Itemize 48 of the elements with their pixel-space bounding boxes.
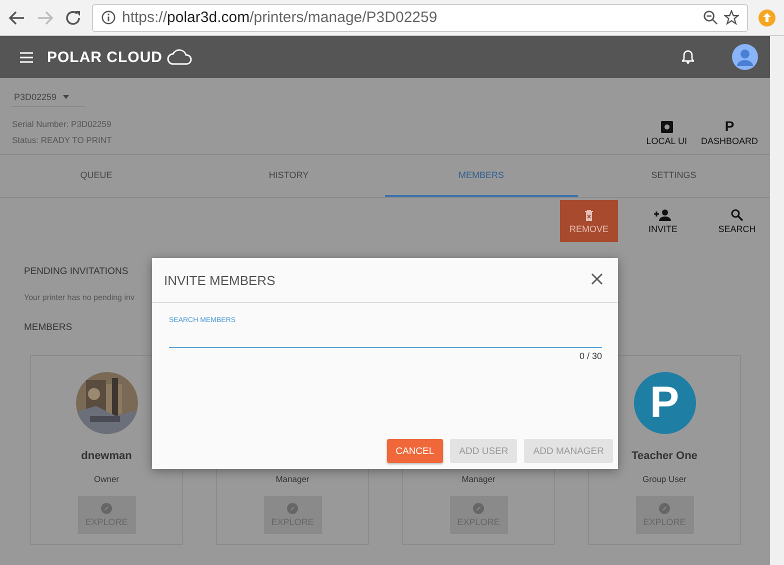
compass-icon	[473, 503, 484, 514]
remove-button[interactable]: REMOVE	[560, 200, 618, 242]
tab[interactable]: QUEUE	[0, 155, 192, 197]
zoom-out-icon[interactable]	[703, 10, 718, 25]
section-heading: PENDING INVITATIONS	[24, 266, 128, 277]
close-button[interactable]	[590, 273, 604, 287]
caret-icon	[62, 95, 69, 99]
section-heading: MEMBERS	[24, 322, 72, 333]
member-name: dnewman	[81, 450, 132, 462]
reload-icon[interactable]	[64, 8, 82, 26]
bell-icon[interactable]	[682, 50, 694, 64]
avatar-icon: P	[634, 372, 696, 434]
brand-name[interactable]: POLAR CLOUD	[47, 48, 162, 66]
tab[interactable]: MEMBERS	[385, 155, 578, 197]
p-icon: P	[724, 119, 734, 133]
compass-icon	[101, 503, 112, 514]
star-icon[interactable]	[724, 10, 739, 25]
search-icon	[731, 208, 743, 220]
member-role: Manager	[276, 474, 310, 484]
empty-message: Your printer has no pending inv	[24, 293, 134, 302]
dialog-title: INVITE MEMBERS	[164, 272, 276, 288]
dialog-button[interactable]: CANCEL	[386, 439, 444, 463]
back-icon[interactable]	[8, 8, 26, 26]
menu-icon[interactable]	[20, 52, 33, 62]
trash-icon	[584, 208, 594, 220]
action-button[interactable]: INVITE	[634, 200, 692, 242]
chip-icon	[660, 121, 673, 133]
member-role: Manager	[462, 474, 496, 484]
member-role: Group User	[642, 474, 686, 484]
character-counter: 0 / 30	[579, 351, 602, 361]
toolbar-button[interactable]: LOCAL UI	[646, 121, 687, 146]
address-bar[interactable]: https://polar3d.com/printers/manage/P3D02259	[92, 4, 748, 32]
add-person-icon	[654, 208, 672, 220]
cloud-icon	[166, 48, 192, 66]
printer-dropdown[interactable]: P3D02259	[12, 88, 86, 107]
tab[interactable]: HISTORY	[192, 155, 385, 197]
tab[interactable]: SETTINGS	[578, 155, 770, 197]
action-button[interactable]: SEARCH	[708, 200, 766, 242]
printer-status: Status: READY TO PRINT	[12, 135, 113, 145]
member-role: Owner	[94, 474, 120, 484]
avatar-icon[interactable]	[732, 44, 758, 70]
info-icon	[101, 10, 116, 25]
member-name: Teacher One	[632, 450, 698, 462]
compass-icon	[659, 503, 670, 514]
toolbar-button[interactable]: P DASHBOARD	[700, 119, 758, 146]
serial-number: Serial Number: P3D02259	[12, 119, 112, 129]
url-text: https://polar3d.com/printers/manage/P3D02259	[122, 9, 438, 26]
compass-icon	[287, 503, 298, 514]
